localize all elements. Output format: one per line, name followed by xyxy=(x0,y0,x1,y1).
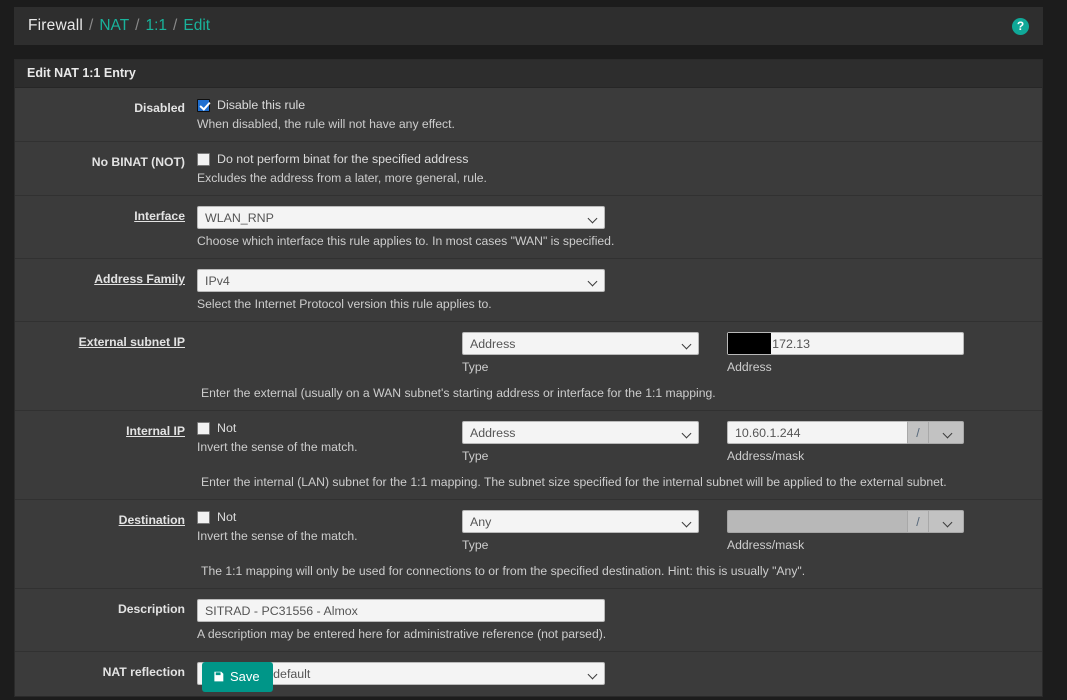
destination-help-text: The 1:1 mapping will only be used for co… xyxy=(201,564,806,578)
destination-not-checkbox[interactable] xyxy=(197,510,210,524)
external-type-caption: Type xyxy=(462,360,489,374)
internal-mask-select[interactable] xyxy=(929,421,964,444)
no-binat-help-text: Excludes the address from a later, more … xyxy=(197,171,487,185)
internal-not-checkbox[interactable] xyxy=(197,421,210,435)
description-help-text: A description may be entered here for ad… xyxy=(197,627,607,641)
row-no-binat: No BINAT (NOT) Do not perform binat for … xyxy=(15,142,1042,196)
destination-not-label: Not xyxy=(217,510,237,524)
row-internal-ip: Internal IP Not Invert the sense of the … xyxy=(15,411,1042,500)
row-disabled: Disabled Disable this rule When disabled… xyxy=(15,88,1042,142)
breadcrumb-separator: / xyxy=(135,17,140,34)
internal-mask-separator: / xyxy=(907,421,929,444)
internal-address-input[interactable]: 10.60.1.244 xyxy=(727,421,907,444)
row-destination: Destination Not Invert the sense of the … xyxy=(15,500,1042,589)
no-binat-label: Do not perform binat for the specified a… xyxy=(217,152,469,166)
label-no-binat: No BINAT (NOT) xyxy=(91,155,185,169)
external-subnet-help-text: Enter the external (usually on a WAN sub… xyxy=(201,386,716,400)
redaction-overlay xyxy=(728,333,771,354)
breadcrumb-separator: / xyxy=(89,17,94,34)
label-description: Description xyxy=(117,602,185,616)
internal-not-label: Not xyxy=(217,421,237,435)
disabled-help-text: When disabled, the rule will not have an… xyxy=(197,117,455,131)
label-nat-reflection: NAT reflection xyxy=(102,665,185,679)
save-button-label: Save xyxy=(230,669,260,684)
breadcrumb-link-nat[interactable]: NAT xyxy=(99,17,129,35)
row-nat-reflection: NAT reflection Use system default xyxy=(15,652,1042,696)
label-external-subnet-ip: External subnet IP xyxy=(78,335,185,349)
row-external-subnet-ip: External subnet IP Address Type xxxxxx17… xyxy=(15,322,1042,411)
destination-type-select[interactable]: Any xyxy=(462,510,699,533)
label-address-family: Address Family xyxy=(94,272,185,286)
internal-ip-help-text: Enter the internal (LAN) subnet for the … xyxy=(201,475,947,489)
destination-mask-separator: / xyxy=(907,510,929,533)
row-address-family: Address Family IPv4 Select the Internet … xyxy=(15,259,1042,322)
nat-edit-page: Firewall / NAT / 1:1 / Edit ? Edit NAT 1… xyxy=(0,0,1067,700)
no-binat-checkbox[interactable] xyxy=(197,152,210,166)
panel-title: Edit NAT 1:1 Entry xyxy=(15,60,1042,88)
label-internal-ip: Internal IP xyxy=(126,424,185,438)
breadcrumb-separator: / xyxy=(173,17,178,34)
label-destination: Destination xyxy=(118,513,185,527)
row-interface: Interface WLAN_RNP Choose which interfac… xyxy=(15,196,1042,259)
breadcrumb: Firewall / NAT / 1:1 / Edit ? xyxy=(14,7,1043,45)
save-button[interactable]: Save xyxy=(202,662,273,692)
internal-type-select[interactable]: Address xyxy=(462,421,699,444)
interface-select[interactable]: WLAN_RNP xyxy=(197,206,605,229)
destination-type-caption: Type xyxy=(462,538,489,552)
help-icon[interactable]: ? xyxy=(1012,17,1029,35)
address-family-select[interactable]: IPv4 xyxy=(197,269,605,292)
destination-address-input xyxy=(727,510,907,533)
row-description: Description SITRAD - PC31556 - Almox A d… xyxy=(15,589,1042,652)
internal-type-caption: Type xyxy=(462,449,489,463)
breadcrumb-link-1-1[interactable]: 1:1 xyxy=(145,17,167,35)
breadcrumb-root: Firewall xyxy=(28,17,83,34)
edit-nat-panel: Edit NAT 1:1 Entry Disabled Disable this… xyxy=(14,59,1043,697)
external-address-value: 172.13 xyxy=(772,336,811,351)
save-icon xyxy=(214,671,224,682)
external-type-select[interactable]: Address xyxy=(462,332,699,355)
destination-not-help-text: Invert the sense of the match. xyxy=(197,529,358,543)
internal-not-help-text: Invert the sense of the match. xyxy=(197,440,358,454)
interface-help-text: Choose which interface this rule applies… xyxy=(197,234,615,248)
disable-rule-label: Disable this rule xyxy=(217,98,306,112)
label-disabled: Disabled xyxy=(134,101,185,115)
destination-address-caption: Address/mask xyxy=(727,538,805,552)
address-family-help-text: Select the Internet Protocol version thi… xyxy=(197,297,492,311)
breadcrumb-link-edit[interactable]: Edit xyxy=(183,17,210,35)
internal-address-caption: Address/mask xyxy=(727,449,805,463)
external-address-caption: Address xyxy=(727,360,772,374)
label-interface: Interface xyxy=(134,209,185,223)
destination-mask-select xyxy=(929,510,964,533)
description-input[interactable]: SITRAD - PC31556 - Almox xyxy=(197,599,605,622)
disable-rule-checkbox[interactable] xyxy=(197,98,210,112)
